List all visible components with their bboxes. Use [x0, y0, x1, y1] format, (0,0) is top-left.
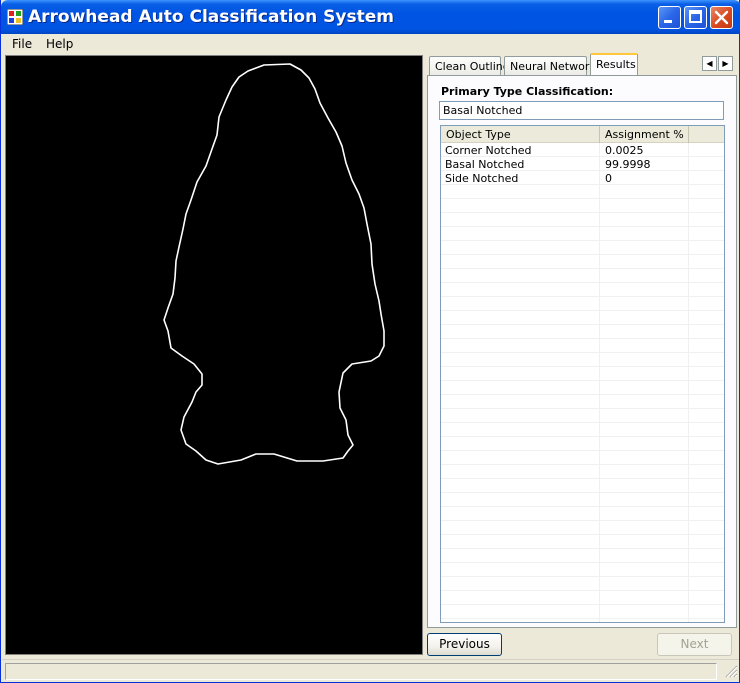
window-title: Arrowhead Auto Classification System [28, 7, 394, 27]
classification-grid[interactable]: Object Type Assignment % Corner Notched … [440, 125, 725, 623]
menu-help[interactable]: Help [46, 37, 73, 51]
tab-neural-network[interactable]: Neural Network [504, 56, 596, 75]
grid-header: Object Type Assignment % [441, 126, 724, 143]
column-header-object-type[interactable]: Object Type [441, 126, 600, 143]
tab-results[interactable]: Results [590, 53, 638, 75]
minimize-icon [664, 20, 672, 23]
tab-strip: Clean Outline Neural Network Results ◀ ▶ [427, 53, 739, 75]
arrowhead-outline [163, 63, 385, 465]
menu-bar: File Help [2, 34, 739, 54]
maximize-button[interactable] [684, 6, 707, 29]
table-row[interactable]: Side Notched 0 [441, 171, 724, 185]
maximize-icon [689, 10, 702, 23]
cell-assignment: 99.9998 [605, 158, 651, 171]
minimize-button[interactable] [658, 6, 681, 29]
main-window: Arrowhead Auto Classification System Fil… [0, 0, 740, 683]
title-bar[interactable]: Arrowhead Auto Classification System [1, 0, 740, 34]
cell-object-type: Basal Notched [445, 158, 525, 171]
cell-object-type: Side Notched [445, 172, 519, 185]
previous-button[interactable]: Previous [427, 633, 502, 656]
next-button[interactable]: Next [657, 633, 732, 656]
cell-assignment: 0 [605, 172, 612, 185]
app-icon [7, 9, 23, 25]
table-row[interactable]: Basal Notched 99.9998 [441, 157, 724, 171]
grid-body: Corner Notched 0.0025 Basal Notched 99.9… [441, 143, 724, 622]
arrow-right-icon: ▶ [722, 59, 729, 68]
cell-object-type: Corner Notched [445, 144, 532, 157]
tab-scroll-right-button[interactable]: ▶ [718, 56, 733, 71]
tab-clean-outline[interactable]: Clean Outline [429, 56, 510, 75]
menu-file[interactable]: File [12, 37, 32, 51]
arrowhead-outline-canvas [5, 55, 423, 655]
grid-column-divider [688, 143, 689, 622]
resize-grip-icon[interactable] [724, 664, 738, 678]
primary-type-label: Primary Type Classification: [441, 85, 614, 98]
grid-column-divider [599, 143, 600, 622]
close-button[interactable] [710, 6, 733, 29]
status-pane [5, 663, 717, 680]
column-header-empty[interactable] [689, 126, 724, 143]
arrow-left-icon: ◀ [706, 59, 713, 68]
results-panel: Primary Type Classification: Basal Notch… [427, 75, 737, 628]
cell-assignment: 0.0025 [605, 144, 644, 157]
primary-type-field[interactable]: Basal Notched [439, 101, 724, 120]
status-bar [2, 659, 739, 681]
tab-scroll-left-button[interactable]: ◀ [702, 56, 717, 71]
column-header-assignment[interactable]: Assignment % [600, 126, 689, 143]
table-row[interactable]: Corner Notched 0.0025 [441, 143, 724, 157]
close-icon [714, 10, 729, 25]
